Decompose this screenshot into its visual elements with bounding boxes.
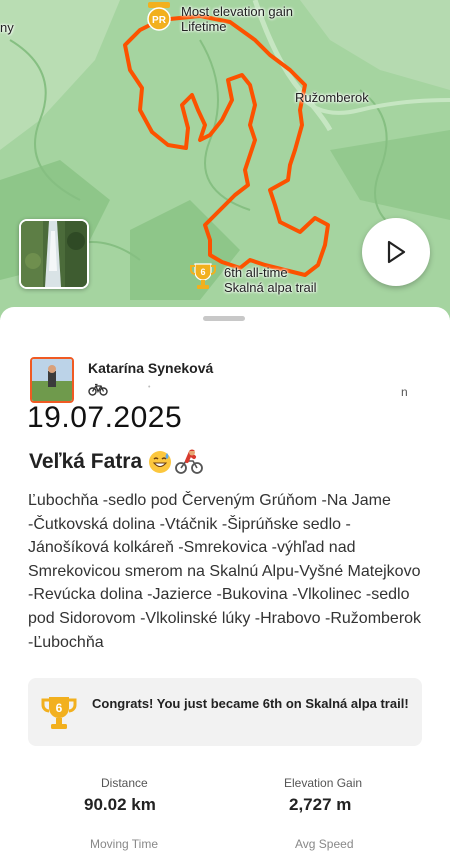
achievement-banner[interactable]: 6 Congrats! You just became 6th on Skaln…	[28, 678, 422, 746]
segment-top-label[interactable]: Most elevation gain Lifetime	[181, 4, 293, 34]
stat-distance-value: 90.02 km	[84, 795, 156, 814]
svg-text:PR: PR	[152, 15, 167, 26]
segment-bottom-subtitle: Skalná alpa trail	[224, 280, 317, 295]
activity-date: 19.07.2025	[27, 401, 183, 434]
pr-badge-icon[interactable]: PR	[146, 2, 172, 32]
segment-top-subtitle: Lifetime	[181, 19, 227, 34]
meta-partial-text: n	[401, 385, 408, 399]
cyclist-emoji-icon	[175, 449, 204, 474]
meta-separator: •	[148, 384, 151, 391]
achievement-text: Congrats! You just became 6th on Skalná …	[92, 696, 409, 711]
map-town-partial: ny	[0, 20, 14, 35]
activity-sheet: Katarína Syneková • n 19.07.2025 Veľká F…	[0, 307, 450, 851]
activity-description: Ľubochňa -sedlo pod Červeným Grúňom -Na …	[28, 492, 422, 651]
drag-handle[interactable]	[203, 316, 245, 321]
play-icon	[387, 240, 406, 264]
avatar-photo	[32, 359, 72, 401]
bike-icon	[88, 383, 108, 396]
route-map[interactable]: ny Ružomberok PR Most elevation gain Lif…	[0, 0, 450, 320]
stat-avg-speed-label: Avg Speed	[295, 837, 354, 851]
activity-photo-thumbnail[interactable]	[19, 219, 89, 289]
segment-top-title: Most elevation gain	[181, 4, 294, 19]
activity-title: Veľká Fatra	[29, 449, 204, 475]
svg-text:6: 6	[200, 267, 205, 277]
grin-sweat-emoji-icon	[149, 451, 172, 473]
avatar[interactable]	[30, 357, 74, 403]
segment-bottom-label[interactable]: 6th all-time Skalná alpa trail	[224, 265, 317, 295]
stat-elevation-value: 2,727 m	[289, 795, 352, 814]
map-town-label: Ružomberok	[295, 90, 369, 105]
svg-text:6: 6	[56, 701, 63, 715]
athlete-name[interactable]: Katarína Syneková	[88, 360, 213, 376]
stat-moving-time-label: Moving Time	[90, 837, 159, 851]
play-flyover-button[interactable]	[362, 218, 430, 286]
stat-distance-label: Distance	[101, 776, 148, 790]
segment-bottom-title: 6th all-time	[224, 265, 288, 280]
stat-elevation-label: Elevation Gain	[284, 776, 363, 790]
activity-title-text: Veľká Fatra	[29, 450, 143, 473]
trophy-badge-icon[interactable]: 6	[190, 262, 216, 292]
trophy-icon: 6	[41, 697, 77, 729]
waterfall-photo	[21, 221, 87, 287]
